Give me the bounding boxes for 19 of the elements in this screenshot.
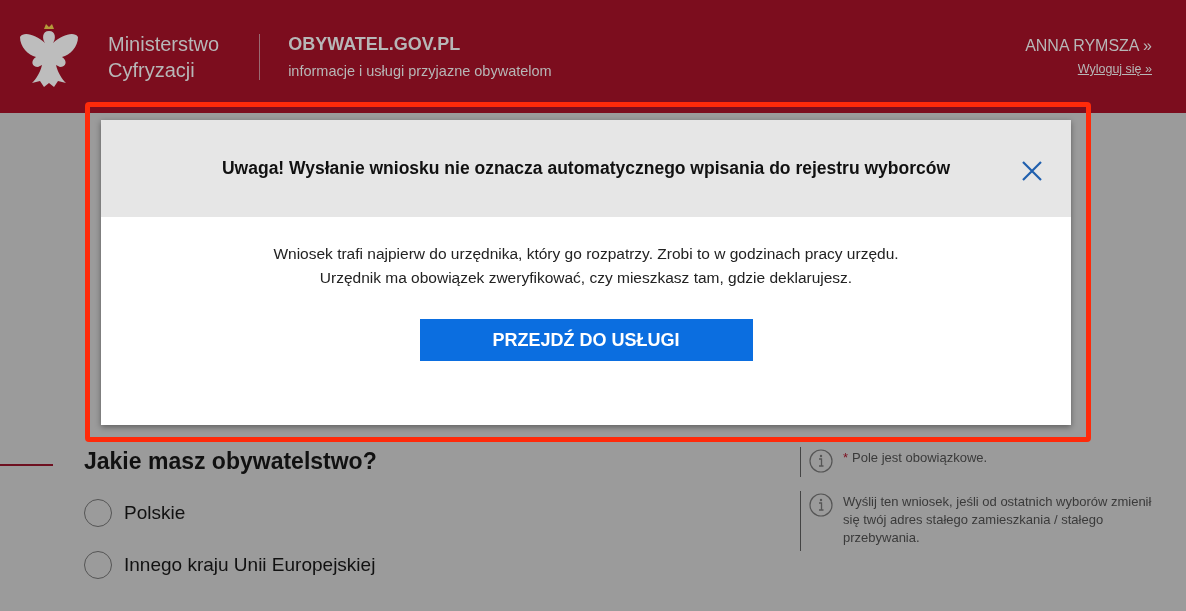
accent-line xyxy=(0,464,53,466)
modal-title: Uwaga! Wysłanie wniosku nie oznacza automatycznego wpisania do rejestru wyborców xyxy=(221,158,950,179)
user-name-link[interactable]: ANNA RYMSZA » xyxy=(1025,37,1152,55)
option-label: Innego kraju Unii Europejskiej xyxy=(124,554,376,576)
site-tagline: informacje i usługi przyjazne obywatelom xyxy=(288,63,552,79)
ministry-name: Ministerstwo xyxy=(108,31,220,57)
note-text: Wyślij ten wniosek, jeśli od ostatnich wyborów zmienił się twój adres stałego zamieszkania / stałego przebywania. xyxy=(843,494,1152,545)
note-text: Pole jest obowiązkowe. xyxy=(852,450,988,465)
modal-message: Urzędnik ma obowiązek zweryfikować, czy mieszkasz tam, gdzie deklarujesz. xyxy=(318,268,854,288)
site-title: OBYWATEL.GOV.PL xyxy=(288,34,462,55)
proceed-button[interactable]: PRZEJDŹ DO USŁUGI xyxy=(419,319,753,361)
modal-message: Wniosek trafi najpierw do urzędnika, który go rozpatrzy. Zrobi to w godzinach pracy urzędu. xyxy=(273,244,899,264)
question-heading: Jakie masz obywatelstwo? xyxy=(84,448,378,475)
info-icon xyxy=(809,449,833,473)
info-icon xyxy=(809,493,833,517)
option-label: Polskie xyxy=(124,502,186,524)
logout-link[interactable]: Wyloguj się » xyxy=(1077,62,1152,76)
ministry-name: Cyfryzacji xyxy=(108,57,196,83)
required-mark: * xyxy=(843,450,849,465)
